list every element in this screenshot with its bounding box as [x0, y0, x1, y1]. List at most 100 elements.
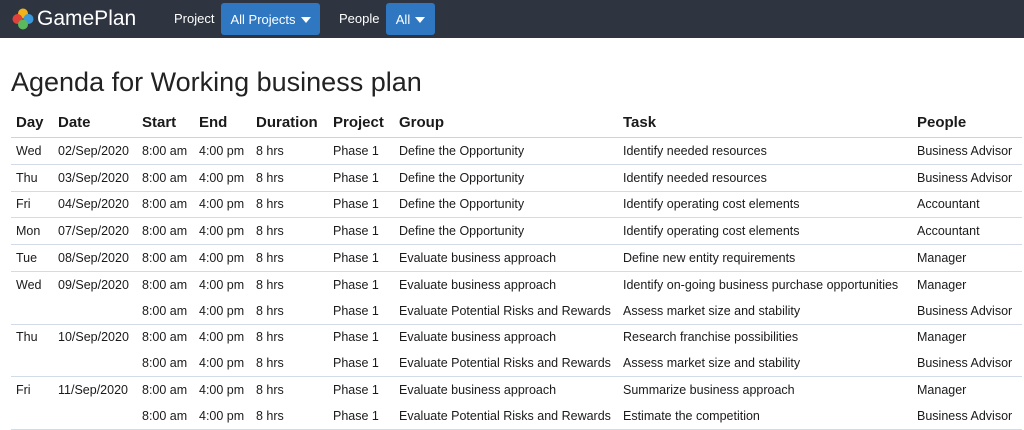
- table-row[interactable]: 8:00 am 4:00 pm 8 hrs Phase 1 Evaluate Poten…: [11, 350, 1022, 376]
- cell-start: 8:00 am: [137, 244, 194, 272]
- cell-group: Evaluate business approach: [394, 376, 618, 403]
- cell-date: [53, 298, 137, 324]
- cell-task: Define new entity requirements: [618, 244, 912, 272]
- top-navbar: GamePlan Project All Projects People All: [0, 0, 1024, 38]
- cell-duration: 8 hrs: [251, 190, 328, 218]
- table-row[interactable]: Wed 02/Sep/2020 8:00 am 4:00 pm 8 hrs Phase 1…: [11, 138, 1022, 165]
- app-logo[interactable]: GamePlan: [12, 7, 136, 31]
- cell-group: Define the Opportunity: [399, 143, 525, 158]
- cell-day: [11, 298, 53, 324]
- column-header-task: Task: [618, 108, 912, 138]
- cell-task: Identify on-going business purchase oppo…: [618, 270, 912, 298]
- cell-project: Phase 1: [328, 163, 394, 192]
- column-header-people: People: [912, 108, 1022, 138]
- cell-date: 04/Sep/2020: [53, 190, 137, 218]
- cell-end: 4:00 pm: [199, 143, 245, 158]
- cell-date: 07/Sep/2020: [53, 217, 137, 245]
- cell-date: [53, 350, 137, 376]
- cell-people: Manager: [912, 323, 1022, 351]
- cell-group: Evaluate Potential Risks and Rewards: [394, 402, 618, 430]
- cell-start: 8:00 am: [142, 303, 188, 318]
- table-row[interactable]: Tue 08/Sep/2020 8:00 am 4:00 pm 8 hrs Phase 1…: [11, 244, 1022, 272]
- cell-end: 4:00 pm: [194, 217, 251, 245]
- column-header-day: Day: [11, 108, 53, 138]
- cell-day: Wed: [11, 270, 53, 298]
- cell-start: 8:00 am: [137, 217, 194, 245]
- people-filter-dropdown[interactable]: All: [386, 3, 435, 35]
- cell-group: Evaluate business approach: [394, 270, 618, 298]
- cell-people: Accountant: [912, 190, 1022, 218]
- caret-down-icon: [415, 16, 426, 23]
- people-filter-label: People: [339, 11, 380, 26]
- cell-project: Phase 1: [328, 190, 394, 218]
- table-row[interactable]: 8:00 am 4:00 pm 8 hrs Phase 1 Evaluate Poten…: [11, 298, 1022, 324]
- agenda-table: Day Date Start End Duration Project Grou…: [11, 108, 1022, 430]
- cell-date: 11/Sep/2020: [53, 376, 137, 403]
- cell-day: Fri: [11, 376, 53, 403]
- cell-task: Identify operating cost elements: [618, 217, 912, 245]
- cell-end: 4:00 pm: [199, 356, 245, 371]
- cell-end: 4:00 pm: [194, 163, 251, 192]
- cell-day: Tue: [11, 244, 53, 272]
- cell-group: Evaluate business approach: [394, 244, 618, 272]
- cell-duration: 8 hrs: [256, 143, 284, 158]
- cell-day: Thu: [11, 323, 53, 351]
- cell-group: Define the Opportunity: [394, 163, 618, 192]
- cell-group: Evaluate Potential Risks and Rewards: [399, 356, 611, 371]
- cell-end: 4:00 pm: [194, 270, 251, 298]
- cell-day: [11, 402, 53, 430]
- table-row[interactable]: Fri 04/Sep/2020 8:00 am 4:00 pm 8 hrs Phase 1…: [11, 190, 1022, 218]
- cell-end: 4:00 pm: [194, 402, 251, 430]
- cell-task: Assess market size and stability: [623, 356, 801, 371]
- table-row[interactable]: Wed 09/Sep/2020 8:00 am 4:00 pm 8 hrs Phase 1…: [11, 270, 1022, 298]
- cell-task: Identify needed resources: [623, 143, 767, 158]
- column-header-end: End: [194, 108, 251, 138]
- cell-people: Manager: [912, 244, 1022, 272]
- cell-task: Research franchise possibilities: [618, 323, 912, 351]
- cell-project: Phase 1: [328, 376, 394, 403]
- table-row[interactable]: Thu 03/Sep/2020 8:00 am 4:00 pm 8 hrs Phase 1…: [11, 163, 1022, 192]
- cell-date: 02/Sep/2020: [58, 143, 129, 158]
- table-row[interactable]: Mon 07/Sep/2020 8:00 am 4:00 pm 8 hrs Phase 1…: [11, 217, 1022, 245]
- cell-end: 4:00 pm: [194, 376, 251, 403]
- cell-project: Phase 1: [333, 143, 379, 158]
- cell-duration: 8 hrs: [256, 303, 284, 318]
- cell-start: 8:00 am: [137, 376, 194, 403]
- cell-people: Business Advisor: [917, 303, 1013, 318]
- cell-task: Assess market size and stability: [623, 303, 801, 318]
- cell-day: [11, 350, 53, 376]
- cell-group: Define the Opportunity: [394, 190, 618, 218]
- people-filter-value: All: [395, 11, 411, 27]
- cell-people: Business Advisor: [912, 163, 1022, 192]
- cell-day: Fri: [11, 190, 53, 218]
- cell-end: 4:00 pm: [199, 303, 245, 318]
- cell-start: 8:00 am: [142, 356, 188, 371]
- cell-task: Identify needed resources: [618, 163, 912, 192]
- table-row[interactable]: Thu 10/Sep/2020 8:00 am 4:00 pm 8 hrs Phase 1…: [11, 323, 1022, 351]
- cell-task: Identify operating cost elements: [618, 190, 912, 218]
- cell-day: Wed: [16, 143, 42, 158]
- table-row[interactable]: Fri 11/Sep/2020 8:00 am 4:00 pm 8 hrs Phase 1…: [11, 376, 1022, 403]
- project-filter-dropdown[interactable]: All Projects: [221, 3, 320, 35]
- cell-project: Phase 1: [333, 356, 379, 371]
- cell-people: Business Advisor: [917, 143, 1013, 158]
- cell-project: Phase 1: [333, 303, 379, 318]
- cell-duration: 8 hrs: [251, 402, 328, 430]
- cell-task: Summarize business approach: [618, 376, 912, 403]
- cell-duration: 8 hrs: [251, 244, 328, 272]
- cell-project: Phase 1: [328, 217, 394, 245]
- agenda-table-body: Wed 02/Sep/2020 8:00 am 4:00 pm 8 hrs Phase 1…: [11, 138, 1022, 430]
- table-row[interactable]: 8:00 am 4:00 pm 8 hrs Phase 1 Evaluate Poten…: [11, 402, 1022, 430]
- cell-people: Business Advisor: [917, 356, 1013, 371]
- cell-end: 4:00 pm: [194, 190, 251, 218]
- cell-project: Phase 1: [328, 402, 394, 430]
- cell-end: 4:00 pm: [194, 244, 251, 272]
- app-name: GamePlan: [37, 7, 137, 30]
- cell-project: Phase 1: [328, 270, 394, 298]
- column-header-group: Group: [394, 108, 618, 138]
- cell-people: Manager: [912, 376, 1022, 403]
- project-filter-value: All Projects: [230, 11, 296, 27]
- cell-duration: 8 hrs: [251, 323, 328, 351]
- cell-day: Mon: [11, 217, 53, 245]
- cell-start: 8:00 am: [137, 270, 194, 298]
